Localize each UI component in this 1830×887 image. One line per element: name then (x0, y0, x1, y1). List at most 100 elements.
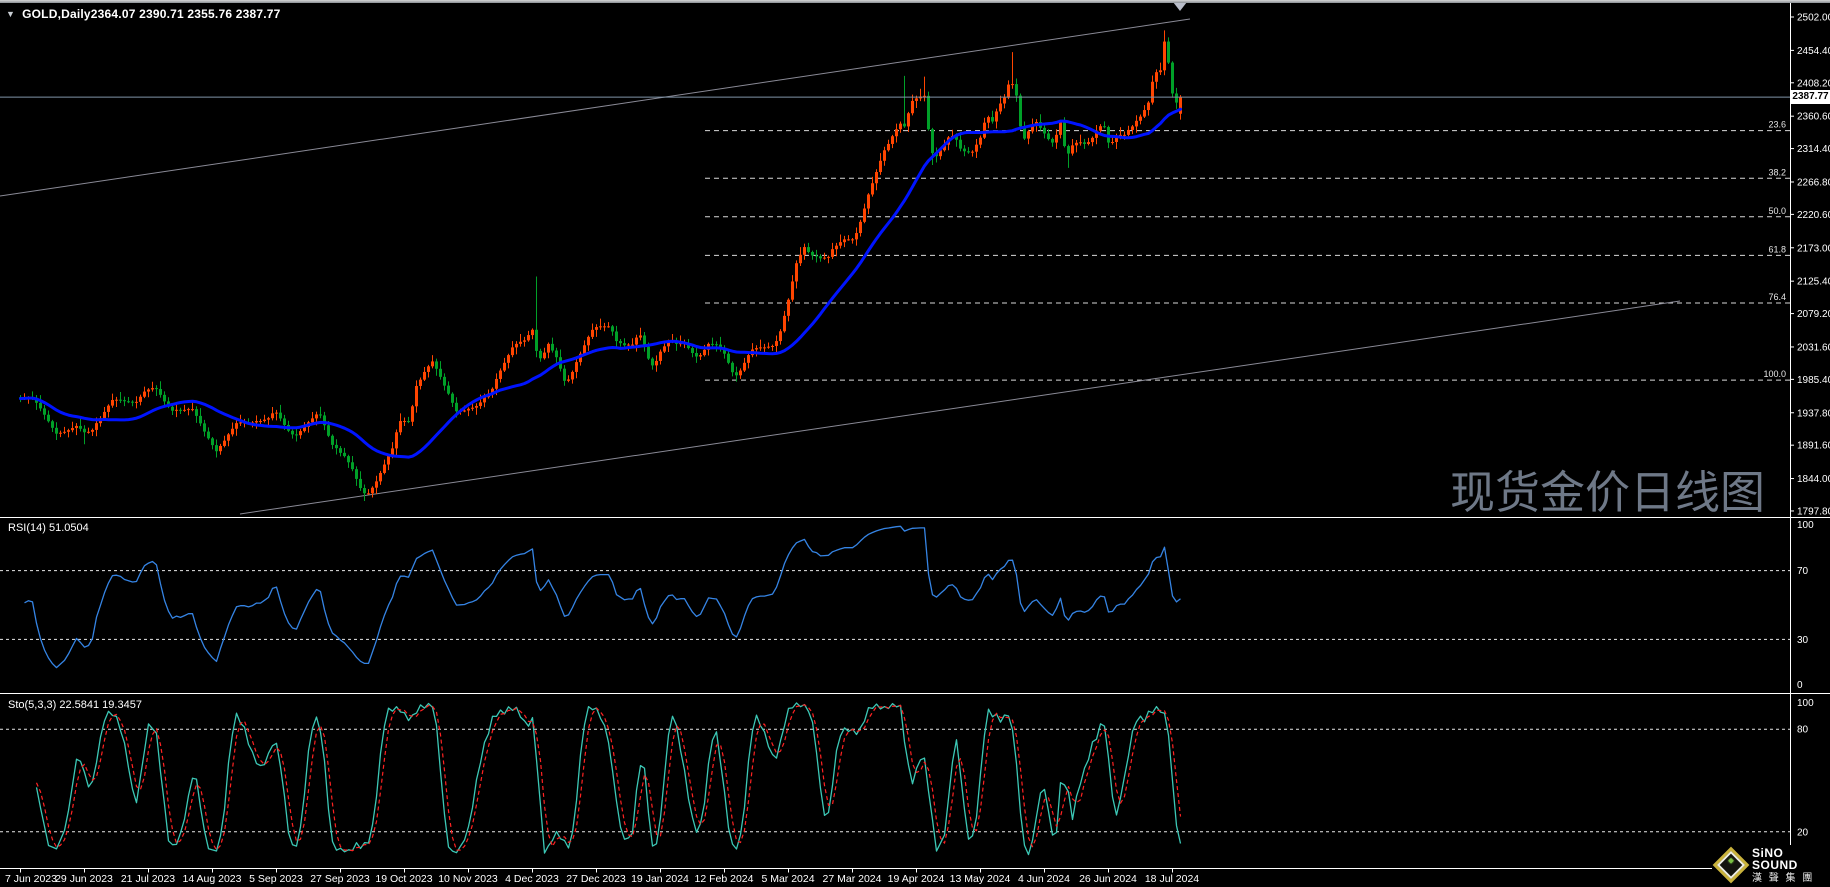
candle-down (435, 361, 438, 368)
current-price-flag: 2387.77 (1791, 90, 1830, 104)
candle-up (475, 406, 478, 408)
time-axis-label: 7 Jun 2023 (5, 873, 57, 885)
candle-down (335, 445, 338, 448)
time-axis-label: 5 Sep 2023 (249, 873, 303, 885)
candle-down (319, 414, 322, 415)
price-axis[interactable]: 2502.002454.402408.202360.602314.402266.… (1790, 13, 1830, 839)
candle-up (627, 345, 630, 346)
time-axis-label: 4 Jun 2024 (1018, 873, 1070, 885)
candle-up (983, 123, 986, 138)
candle-up (219, 446, 222, 451)
broker-logo-textbox: SiNO SOUND 漢 聲 集 團 (1752, 847, 1830, 884)
fib-level-label: 38.2 (1768, 167, 1786, 177)
candle-down (195, 409, 198, 416)
trend-arrow-icon[interactable] (1173, 2, 1187, 11)
candle-up (699, 355, 702, 356)
candle-up (987, 117, 990, 123)
chart-canvas[interactable]: 23.638.250.061.876.4100.02502.002454.402… (0, 0, 1830, 887)
candle-up (143, 392, 146, 397)
candle-up (771, 346, 774, 347)
main-price-panel[interactable]: 23.638.250.061.876.4100.0 (0, 2, 1790, 514)
candle-up (599, 326, 602, 327)
fib-level-label: 76.4 (1768, 292, 1786, 302)
candle-up (759, 347, 762, 348)
candle-down (735, 372, 738, 375)
candle-up (583, 345, 586, 353)
candle-up (299, 431, 302, 435)
rsi-panel[interactable] (0, 526, 1790, 667)
candle-up (995, 111, 998, 121)
candle-down (283, 418, 286, 425)
trend-channel-upper-line[interactable] (0, 19, 1190, 196)
candle-up (887, 144, 890, 150)
candle-up (795, 263, 798, 281)
candle-down (83, 429, 86, 433)
candle-up (591, 330, 594, 337)
candle-up (755, 348, 758, 349)
candle-up (151, 388, 154, 389)
candle-up (463, 411, 466, 412)
fib-level-label: 50.0 (1768, 206, 1786, 216)
price-axis-label: 1985.40 (1797, 375, 1830, 386)
candle-down (1171, 63, 1174, 94)
trading-chart-window: ▼GOLD,Daily2364.07 2390.71 2355.76 2387.… (0, 0, 1830, 887)
candle-up (787, 300, 790, 316)
time-axis-label: 19 Oct 2023 (375, 873, 432, 885)
candle-up (879, 161, 882, 172)
candle-up (639, 335, 642, 337)
candle-up (415, 386, 418, 406)
candle-up (663, 346, 666, 351)
price-axis-label: 2266.80 (1797, 177, 1830, 188)
candle-up (1123, 135, 1126, 136)
trend-channel[interactable] (0, 2, 1680, 514)
chart-dropdown-icon[interactable]: ▼ (6, 9, 15, 19)
candle-up (1139, 117, 1142, 121)
candle-down (119, 400, 122, 401)
price-axis-label: 2031.60 (1797, 342, 1830, 353)
candle-up (255, 421, 258, 422)
stochastic-indicator-label: Sto(5,3,3) 22.5841 19.3457 (8, 699, 142, 711)
candle-up (1099, 126, 1102, 130)
candle-down (1167, 42, 1170, 63)
candle-down (811, 252, 814, 256)
chart-symbol-period: GOLD,Daily (22, 7, 91, 21)
rsi-axis-label: 100 (1797, 520, 1814, 531)
candle-up (111, 400, 114, 406)
candle-up (543, 353, 546, 359)
candle-up (1075, 143, 1078, 146)
candle-up (315, 414, 318, 418)
candle-up (607, 326, 610, 327)
time-axis-label: 27 Mar 2024 (823, 873, 882, 885)
candle-down (211, 438, 214, 445)
price-axis-label: 2125.40 (1797, 277, 1830, 288)
time-axis-label: 13 May 2024 (950, 873, 1011, 885)
candle-up (383, 465, 386, 473)
candle-up (867, 194, 870, 208)
sto-axis-label: 20 (1797, 827, 1809, 838)
candle-up (263, 420, 266, 421)
candle-down (1103, 126, 1106, 127)
candle-down (131, 402, 134, 403)
candle-up (71, 428, 74, 430)
price-axis-label: 2360.60 (1797, 112, 1830, 123)
candle-up (75, 426, 78, 428)
candle-up (427, 366, 430, 372)
rsi-indicator-label: RSI(14) 51.0504 (8, 522, 89, 534)
candle-up (775, 341, 778, 346)
fib-level-label: 23.6 (1768, 120, 1786, 130)
candle-down (447, 386, 450, 394)
candle-up (67, 430, 70, 432)
stochastic-panel[interactable] (0, 703, 1790, 855)
candle-up (1071, 145, 1074, 153)
candle-down (1175, 93, 1178, 102)
candle-up (595, 327, 598, 330)
candle-up (859, 222, 862, 233)
candle-up (367, 493, 370, 494)
candle-up (603, 326, 606, 327)
candle-down (1043, 128, 1046, 134)
time-axis[interactable]: 7 Jun 202329 Jun 202321 Jul 202314 Aug 2… (5, 869, 1199, 886)
candle-up (1011, 84, 1014, 85)
candle-down (959, 140, 962, 149)
candle-up (575, 362, 578, 372)
candle-up (1079, 142, 1082, 143)
